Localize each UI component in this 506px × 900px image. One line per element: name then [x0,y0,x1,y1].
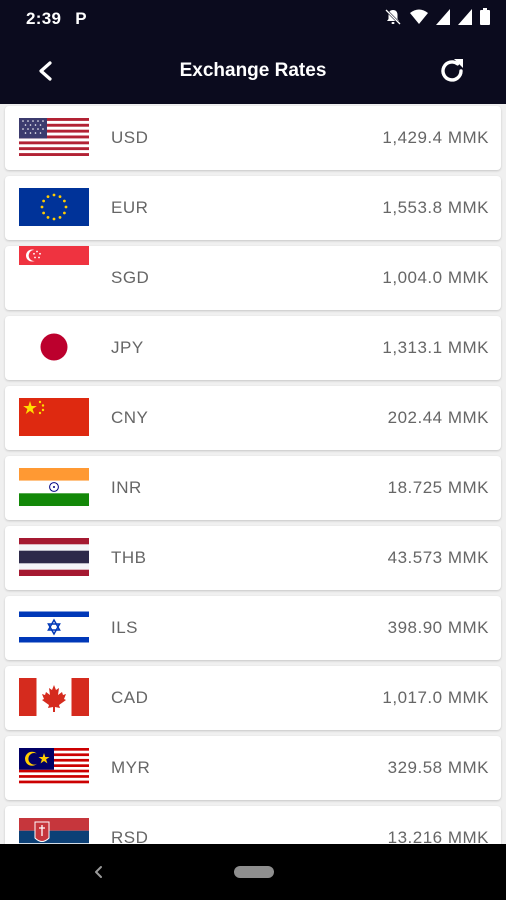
nav-back-icon [95,866,102,878]
rate-row-sgd[interactable]: SGD 1,004.0 MMK [5,246,501,310]
currency-code: INR [111,478,142,497]
currency-code: CAD [111,688,149,707]
currency-rate: 43.573 MMK [387,548,489,567]
rate-row-rsd[interactable]: RSD 13.216 MMK [5,806,501,844]
app-bar: Exchange Rates [0,38,506,104]
currency-rate: 398.90 MMK [387,618,489,637]
rate-row-cny[interactable]: CNY 202.44 MMK [5,386,501,450]
currency-rate: 1,017.0 MMK [382,688,489,707]
th-flag-icon [19,538,89,576]
rate-row-thb[interactable]: THB 43.573 MMK [5,526,501,590]
refresh-icon [441,59,463,82]
currency-code: CNY [111,408,149,427]
currency-code: THB [111,548,147,567]
currency-rate: 1,553.8 MMK [382,198,489,217]
notifications-off-icon [384,8,402,31]
rate-row-usd[interactable]: USD 1,429.4 MMK [5,106,501,170]
us-flag-icon [19,118,89,156]
battery-icon [480,8,490,30]
status-bar: 2:39 P [0,0,506,38]
chevron-left-icon [39,61,52,81]
currency-code: USD [111,128,149,147]
status-time: 2:39 [26,9,62,28]
notification-p-icon: P [75,9,87,28]
signal-icon [458,8,472,30]
rate-row-inr[interactable]: INR 18.725 MMK [5,456,501,520]
eu-flag-icon [19,188,89,226]
rates-list[interactable]: USD 1,429.4 MMK EUR 1,553.8 MMK SGD 1,00… [0,104,506,844]
my-flag-icon [19,748,89,786]
system-nav-bar [0,844,506,900]
currency-code: JPY [111,338,144,357]
refresh-button[interactable] [434,53,470,89]
currency-code: ILS [111,618,139,637]
currency-rate: 13.216 MMK [387,828,489,844]
nav-back-button[interactable] [90,862,108,882]
rs-flag-icon [19,818,89,844]
rate-row-cad[interactable]: CAD 1,017.0 MMK [5,666,501,730]
signal-icon [436,8,450,30]
sg-flag-icon [19,246,89,284]
back-button[interactable] [30,55,62,87]
currency-code: EUR [111,198,149,217]
rate-row-ils[interactable]: ILS 398.90 MMK [5,596,501,660]
cn-flag-icon [19,398,89,436]
jp-flag-icon [19,328,89,366]
in-flag-icon [19,468,89,506]
page-title: Exchange Rates [179,60,327,81]
rate-row-myr[interactable]: MYR 329.58 MMK [5,736,501,800]
currency-code: MYR [111,758,151,777]
currency-code: RSD [111,828,149,844]
nav-home-pill-icon[interactable] [234,866,274,878]
currency-rate: 202.44 MMK [387,408,489,427]
currency-rate: 1,004.0 MMK [382,268,489,287]
ca-flag-icon [19,678,89,716]
currency-rate: 18.725 MMK [387,478,489,497]
il-flag-icon [19,608,89,646]
currency-rate: 1,429.4 MMK [382,128,489,147]
currency-code: SGD [111,268,150,287]
wifi-icon [410,9,428,30]
status-icons [384,8,490,31]
rate-row-eur[interactable]: EUR 1,553.8 MMK [5,176,501,240]
currency-rate: 1,313.1 MMK [382,338,489,357]
rate-row-jpy[interactable]: JPY 1,313.1 MMK [5,316,501,380]
currency-rate: 329.58 MMK [387,758,489,777]
